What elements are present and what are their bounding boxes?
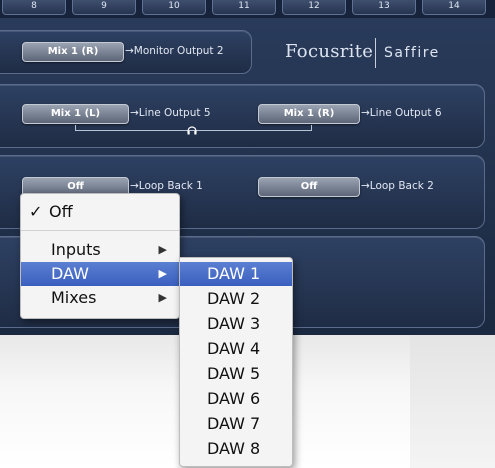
- focusrite-logo: Focusrite: [285, 41, 374, 62]
- line-output-5-source-button[interactable]: Mix 1 (L): [22, 104, 129, 124]
- submenu-item-daw-2[interactable]: DAW 2: [180, 287, 292, 311]
- source-popup-menu: ✓ Off Inputs ▶ DAW ▶ Mixes ▶: [20, 193, 180, 319]
- submenu-item-daw-5[interactable]: DAW 5: [180, 362, 292, 386]
- menu-item-label: DAW: [51, 264, 89, 283]
- checkmark-icon: ✓: [29, 202, 43, 221]
- submenu-item-daw-7[interactable]: DAW 7: [180, 412, 292, 436]
- channel-number[interactable]: 14: [422, 0, 486, 15]
- submenu-item-label: DAW 7: [207, 414, 261, 433]
- loop-back-2-source-button[interactable]: Off: [258, 177, 360, 197]
- monitor-output-source-button[interactable]: Mix 1 (R): [22, 42, 124, 62]
- menu-item-label: Mixes: [51, 288, 97, 307]
- submenu-item-daw-4[interactable]: DAW 4: [180, 337, 292, 361]
- channel-number[interactable]: 11: [212, 0, 276, 15]
- menu-item-label: Off: [49, 202, 73, 221]
- channel-number[interactable]: 8: [2, 0, 66, 15]
- submenu-arrow-icon: ▶: [158, 267, 167, 280]
- submenu-item-daw-8[interactable]: DAW 8: [180, 437, 292, 461]
- submenu-item-daw-6[interactable]: DAW 6: [180, 387, 292, 411]
- menu-item-label: Inputs: [51, 240, 101, 259]
- line-output-5-route-label: →Line Output 5: [130, 107, 211, 119]
- lower-background-shade: [410, 335, 495, 468]
- submenu-item-label: DAW 2: [207, 289, 261, 308]
- submenu-item-daw-1[interactable]: DAW 1: [180, 262, 292, 286]
- submenu-arrow-icon: ▶: [158, 243, 167, 256]
- submenu-item-label: DAW 8: [207, 439, 261, 458]
- monitor-output-route-label: →Monitor Output 2: [125, 45, 224, 57]
- channel-number[interactable]: 9: [72, 0, 136, 15]
- saffire-logo: Saffire: [384, 45, 440, 61]
- headphones-icon[interactable]: [187, 126, 197, 135]
- line-output-6-route-label: →Line Output 6: [361, 107, 442, 119]
- loop-back-2-route-label: →Loop Back 2: [361, 180, 434, 192]
- menu-item-mixes[interactable]: Mixes ▶: [21, 286, 179, 310]
- channel-number[interactable]: 13: [352, 0, 416, 15]
- brand-divider: [375, 38, 376, 68]
- submenu-item-label: DAW 5: [207, 364, 261, 383]
- line-output-6-source-button[interactable]: Mix 1 (R): [258, 104, 360, 124]
- submenu-arrow-icon: ▶: [158, 291, 167, 304]
- menu-item-daw[interactable]: DAW ▶: [21, 262, 179, 286]
- menu-item-inputs[interactable]: Inputs ▶: [21, 238, 179, 262]
- submenu-item-daw-3[interactable]: DAW 3: [180, 312, 292, 336]
- menu-item-off[interactable]: ✓ Off: [21, 200, 179, 224]
- submenu-item-label: DAW 6: [207, 389, 261, 408]
- submenu-item-label: DAW 3: [207, 314, 261, 333]
- submenu-item-label: DAW 4: [207, 339, 261, 358]
- daw-submenu: DAW 1 DAW 2 DAW 3 DAW 4 DAW 5 DAW 6 DAW …: [179, 257, 293, 467]
- channel-number[interactable]: 12: [282, 0, 346, 15]
- submenu-item-label: DAW 1: [207, 264, 261, 283]
- menu-separator: [21, 230, 179, 231]
- channel-number[interactable]: 10: [142, 0, 206, 15]
- channel-strip: 8 9 10 11 12 13 14: [0, 0, 495, 18]
